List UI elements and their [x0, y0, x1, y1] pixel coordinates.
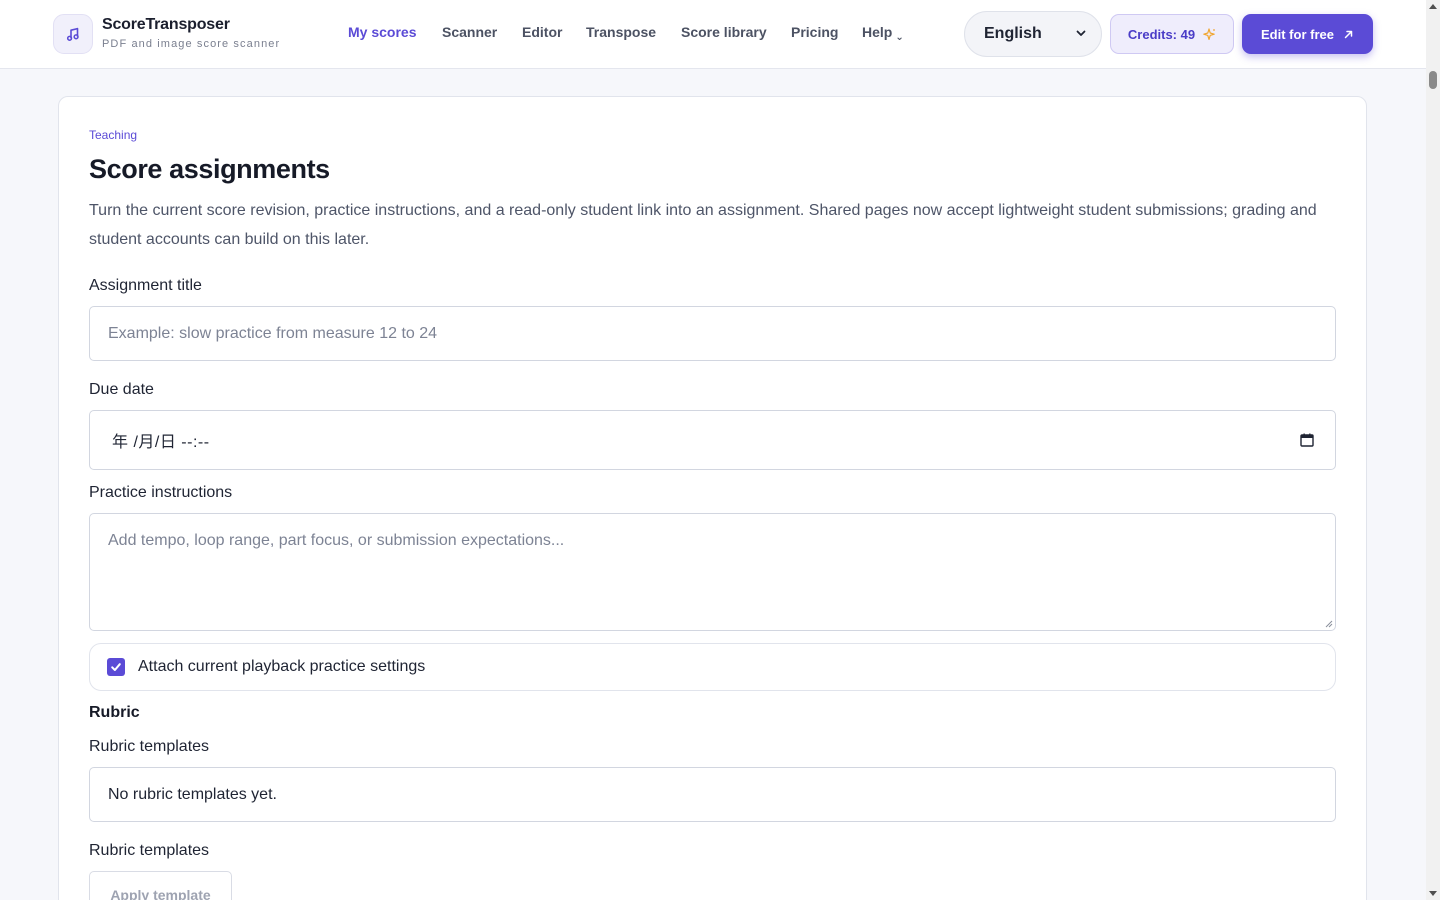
rubric-templates-label-secondary: Rubric templates: [89, 842, 210, 859]
nav-item-my-scores[interactable]: My scores: [348, 24, 416, 40]
scrollbar-thumb[interactable]: [1429, 71, 1437, 89]
calendar-icon[interactable]: [1299, 432, 1315, 448]
scroll-up-arrow-icon[interactable]: [1429, 4, 1437, 9]
section-eyebrow: Teaching: [89, 128, 138, 142]
brand-name[interactable]: ScoreTransposer: [102, 16, 230, 34]
rubric-templates-select[interactable]: No rubric templates yet.: [89, 767, 1336, 822]
arrow-up-right-icon: [1344, 30, 1353, 38]
page-title: Score assignments: [89, 154, 330, 184]
brand-tagline: PDF and image score scanner: [102, 38, 281, 50]
nav-item-transpose[interactable]: Transpose: [586, 24, 656, 40]
attach-settings-row[interactable]: Attach current playback practice setting…: [89, 643, 1336, 691]
assignment-card: Teaching Score assignments Turn the curr…: [58, 96, 1367, 900]
chevron-down-icon: [1076, 30, 1086, 36]
language-select-value: English: [984, 25, 1042, 42]
nav-item-help[interactable]: Help ⌄: [862, 24, 904, 43]
language-select[interactable]: English: [964, 11, 1102, 57]
sparkle-icon: [1203, 27, 1215, 40]
checkmark-icon: [111, 663, 121, 671]
nav-item-pricing[interactable]: Pricing: [791, 24, 838, 40]
scroll-down-arrow-icon[interactable]: [1429, 891, 1437, 896]
due-date-label: Due date: [89, 381, 154, 398]
page-scrollbar[interactable]: [1426, 0, 1440, 900]
assignment-title-label: Assignment title: [89, 277, 202, 294]
rubric-templates-label: Rubric templates: [89, 738, 210, 755]
page-description: Turn the current score revision, practic…: [89, 202, 1317, 248]
rubric-templates-value: No rubric templates yet.: [108, 785, 277, 803]
due-date-value: 年 /月/日 --:--: [112, 434, 210, 451]
attach-settings-checkbox[interactable]: [107, 658, 125, 676]
due-date-input[interactable]: 年 /月/日 --:--: [89, 410, 1336, 470]
chevron-down-icon: ⌄: [895, 32, 904, 43]
music-note-icon: [66, 27, 79, 41]
nav-item-scanner[interactable]: Scanner: [442, 24, 497, 40]
app-logo[interactable]: [53, 14, 93, 54]
resize-handle-icon[interactable]: [1324, 619, 1333, 628]
top-navigation-bar: ScoreTransposer PDF and image score scan…: [0, 0, 1426, 69]
edit-for-free-label: Edit for free: [1261, 26, 1334, 42]
nav-item-help-label: Help: [862, 24, 893, 40]
apply-template-button[interactable]: Apply template: [89, 871, 232, 900]
assignment-title-input[interactable]: Example: slow practice from measure 12 t…: [89, 306, 1336, 361]
practice-instructions-label: Practice instructions: [89, 484, 233, 501]
practice-instructions-textarea[interactable]: Add tempo, loop range, part focus, or su…: [89, 513, 1336, 631]
edit-for-free-button[interactable]: Edit for free: [1242, 14, 1373, 54]
assignment-title-placeholder: Example: slow practice from measure 12 t…: [108, 324, 438, 342]
credits-button[interactable]: Credits: 49: [1110, 14, 1234, 54]
credits-label: Credits: 49: [1127, 26, 1196, 42]
attach-settings-label: Attach current playback practice setting…: [138, 658, 426, 675]
nav-item-score-library[interactable]: Score library: [681, 24, 767, 40]
practice-instructions-placeholder: Add tempo, loop range, part focus, or su…: [108, 532, 565, 549]
rubric-heading: Rubric: [89, 704, 140, 721]
nav-item-editor[interactable]: Editor: [522, 24, 562, 40]
